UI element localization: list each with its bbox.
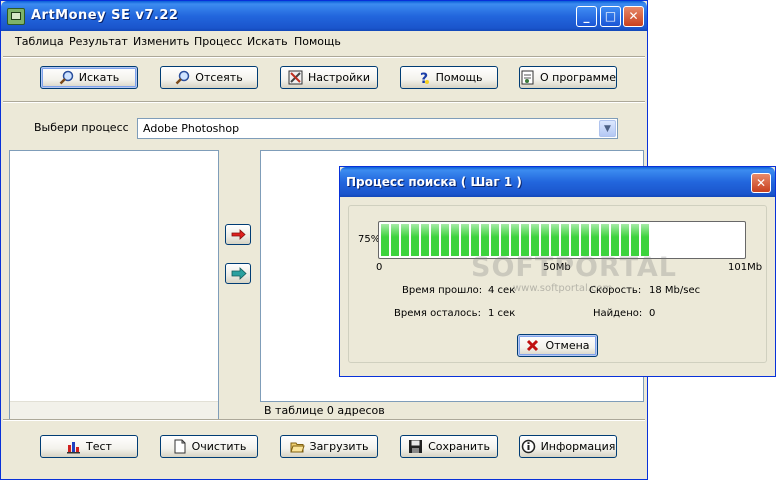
dialog-close-button[interactable]: ✕ — [751, 173, 771, 193]
watermark: SOFTPORTAL — [471, 252, 678, 283]
close-button[interactable]: ✕ — [623, 6, 644, 27]
cancel-button-label: Отмена — [545, 339, 590, 352]
info-button-label: Информация — [540, 440, 616, 453]
search-button[interactable]: Искать — [40, 66, 138, 89]
help-question-icon: ? — [416, 70, 431, 87]
load-button[interactable]: Загрузить — [280, 435, 378, 458]
status-text: В таблице 0 адресов — [264, 404, 385, 417]
title-bar[interactable]: ArtMoney SE v7.22 _ □ ✕ — [1, 1, 647, 31]
info-icon — [521, 439, 536, 454]
found-value: 0 — [649, 308, 656, 319]
toolbar-separator-top — [3, 56, 645, 58]
dialog-title: Процесс поиска ( Шаг 1 ) — [346, 175, 522, 189]
menu-help[interactable]: Помощь — [294, 35, 341, 48]
test-button[interactable]: Тест — [40, 435, 138, 458]
new-document-icon — [172, 439, 187, 454]
results-scrollbar[interactable] — [10, 401, 218, 419]
watermark-url: www.softportal.com — [513, 283, 613, 294]
save-button-label: Сохранить — [428, 440, 490, 453]
filter-search-icon — [175, 70, 190, 85]
floppy-disk-icon — [408, 439, 423, 454]
chevron-down-icon[interactable]: ▼ — [599, 120, 616, 137]
teal-arrow-right-icon — [231, 267, 247, 280]
maximize-button[interactable]: □ — [600, 6, 621, 27]
minimize-button[interactable]: _ — [576, 6, 597, 27]
process-select-value: Adobe Photoshop — [143, 122, 240, 135]
remaining-label: Время осталось: — [394, 308, 481, 319]
menu-edit[interactable]: Изменить — [133, 35, 189, 48]
filter-button-label: Отсеять — [195, 71, 243, 84]
move-all-right-button[interactable] — [225, 263, 251, 284]
toolbar-separator-bottom — [3, 101, 645, 103]
cancel-button[interactable]: Отмена — [517, 334, 598, 357]
move-right-button[interactable] — [225, 224, 251, 245]
search-button-label: Искать — [78, 71, 120, 84]
bar-chart-icon — [66, 439, 81, 454]
search-results-panel[interactable] — [9, 150, 219, 420]
cancel-x-icon — [525, 338, 540, 353]
remaining-value: 1 сек — [488, 308, 516, 319]
window-title: ArtMoney SE v7.22 — [31, 8, 179, 23]
process-label: Выбери процесс — [34, 121, 129, 134]
clear-button[interactable]: Очистить — [160, 435, 258, 458]
dialog-title-bar[interactable]: Процесс поиска ( Шаг 1 ) ✕ — [340, 167, 775, 197]
save-button[interactable]: Сохранить — [400, 435, 498, 458]
settings-button[interactable]: Настройки — [280, 66, 378, 89]
menu-process[interactable]: Процесс — [194, 35, 242, 48]
red-arrow-right-icon — [231, 229, 246, 240]
open-folder-icon — [289, 439, 305, 454]
about-button[interactable]: О программе — [519, 66, 617, 89]
process-select[interactable]: Adobe Photoshop ▼ — [137, 118, 618, 139]
menu-search[interactable]: Искать — [247, 35, 288, 48]
tools-icon — [288, 70, 303, 85]
clear-button-label: Очистить — [191, 440, 247, 453]
search-icon — [59, 70, 74, 85]
test-button-label: Тест — [86, 440, 112, 453]
about-button-label: О программе — [540, 71, 616, 84]
menu-table[interactable]: Таблица — [15, 35, 64, 48]
load-button-label: Загрузить — [309, 440, 369, 453]
progress-percent: 75% — [358, 234, 381, 245]
help-button-label: Помощь — [435, 71, 483, 84]
filter-button[interactable]: Отсеять — [160, 66, 258, 89]
bottom-separator — [3, 419, 645, 421]
speed-value: 18 Mb/sec — [649, 285, 701, 296]
menu-bar: Таблица Результат Изменить Процесс Искат… — [1, 31, 647, 53]
menu-result[interactable]: Результат — [69, 35, 128, 48]
about-document-icon — [520, 70, 535, 85]
settings-button-label: Настройки — [307, 71, 371, 84]
app-icon — [7, 8, 25, 25]
found-label: Найдено: — [593, 308, 643, 319]
info-button[interactable]: Информация — [519, 435, 617, 458]
scale-max-label: 101Mb — [728, 262, 763, 273]
help-button[interactable]: ? Помощь — [400, 66, 498, 89]
elapsed-value: 4 сек — [488, 285, 516, 296]
elapsed-label: Время прошло: — [402, 285, 483, 296]
scale-min-label: 0 — [376, 262, 383, 273]
